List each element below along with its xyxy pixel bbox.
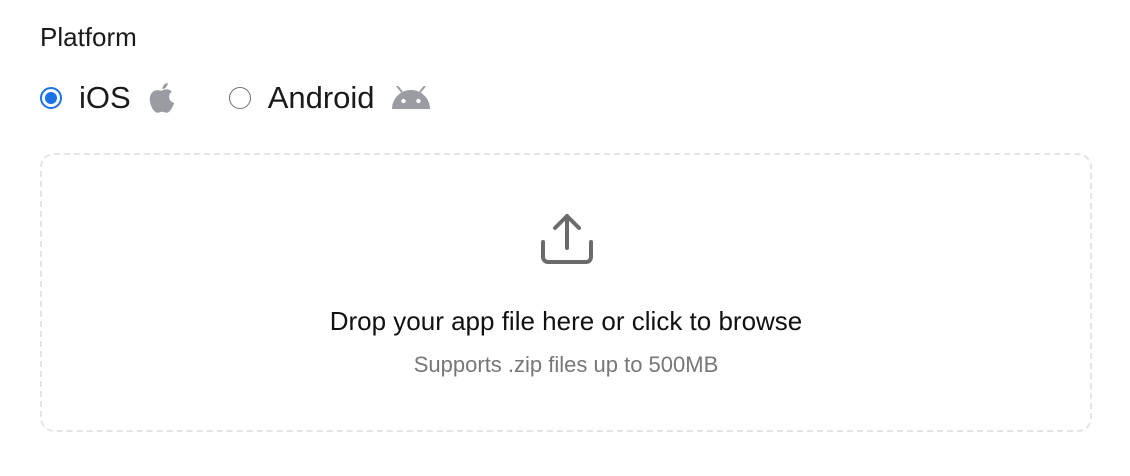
- platform-option-android[interactable]: Android: [228, 78, 431, 118]
- platform-radio-group: iOS Android: [40, 78, 483, 118]
- platform-label: Platform: [40, 22, 137, 52]
- file-dropzone[interactable]: Drop your app file here or click to brow…: [40, 153, 1092, 432]
- dropzone-subtitle: Supports .zip files up to 500MB: [413, 352, 719, 377]
- android-icon: [391, 86, 431, 110]
- ios-label: iOS: [79, 80, 131, 115]
- platform-option-ios[interactable]: iOS: [40, 78, 177, 118]
- apple-icon: [147, 81, 177, 115]
- dropzone-title: Drop your app file here or click to brow…: [329, 306, 803, 336]
- android-label: Android: [267, 80, 375, 115]
- ios-radio[interactable]: [40, 87, 62, 109]
- android-radio[interactable]: [228, 87, 251, 109]
- upload-icon: [539, 210, 595, 271]
